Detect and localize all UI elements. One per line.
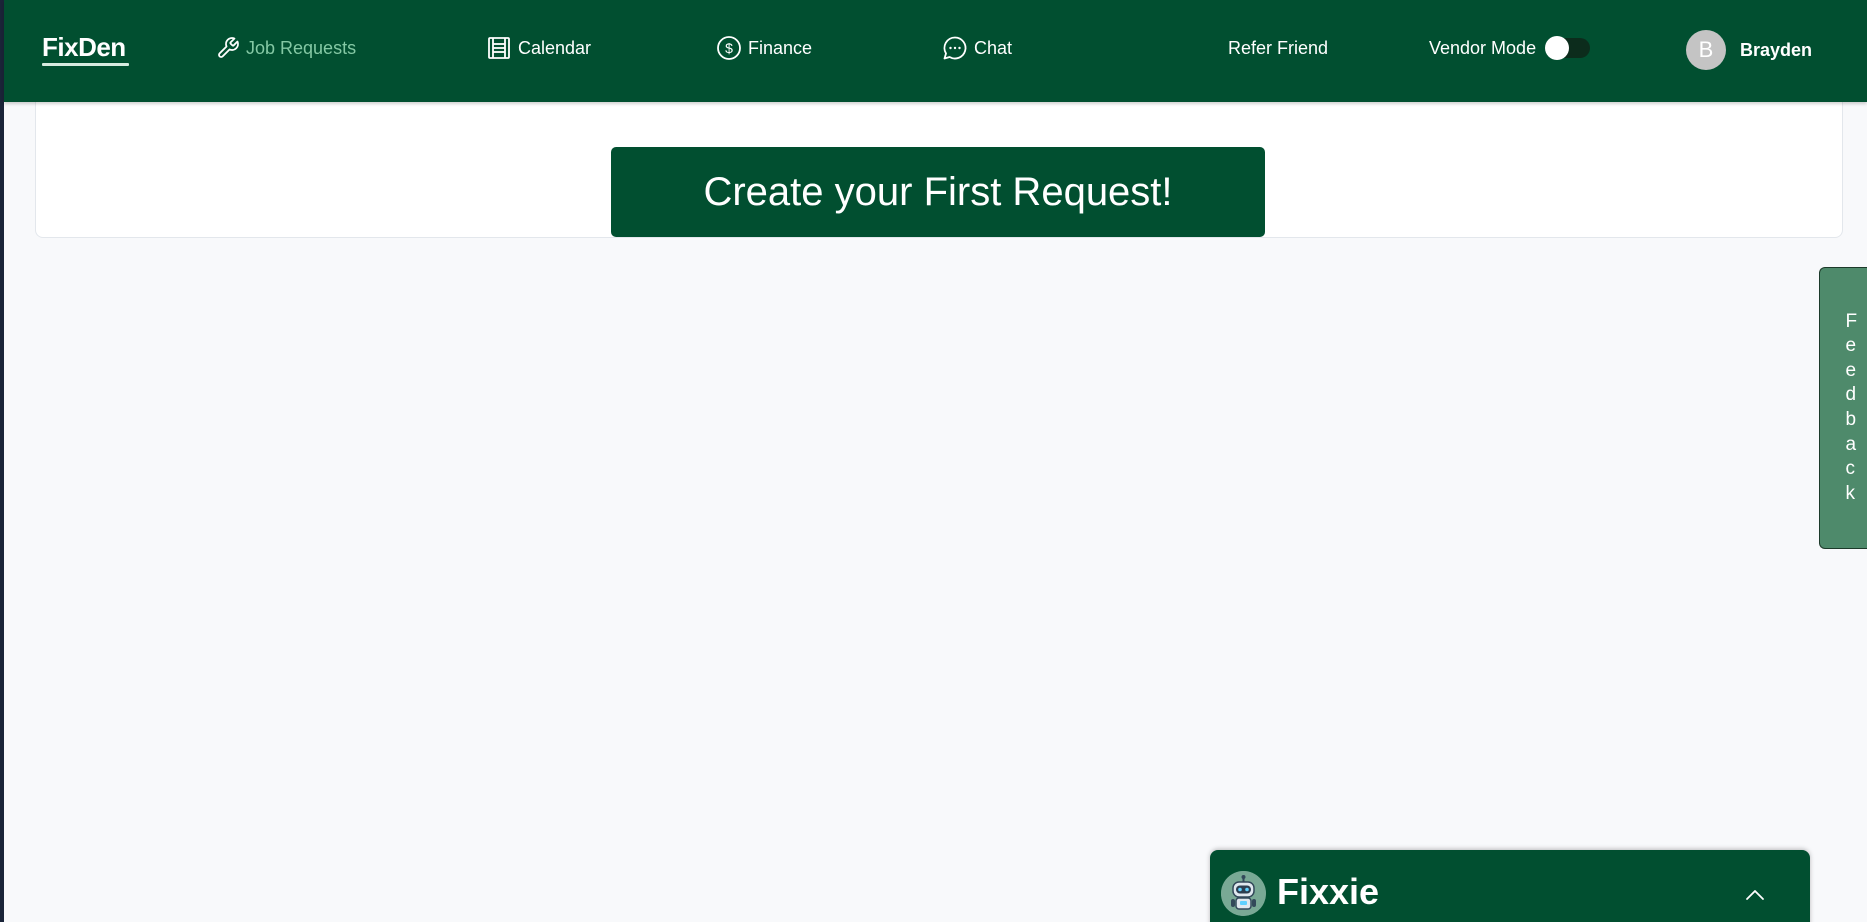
feedback-letter: k [1845,482,1856,504]
calendar-icon [488,37,510,59]
user-name: Brayden [1740,39,1813,60]
chevron-up-icon[interactable] [1740,880,1770,910]
chat-bubble-icon [943,36,967,60]
logo-text: FixDen [42,32,126,62]
nav-job-requests-label: Job Requests [246,37,357,58]
robot-icon [1221,871,1266,916]
fixxie-title: Fixxie [1277,871,1380,912]
feedback-letter: e [1845,359,1857,381]
logo-underline [42,63,129,66]
nav-chat-label: Chat [974,37,1013,58]
dollar-circle-icon: $ [717,36,741,60]
user-menu[interactable]: B Brayden [1686,30,1812,70]
fixden-logo[interactable]: FixDen [42,34,129,66]
feedback-letter: F [1845,310,1858,332]
nav-refer-friend[interactable]: Refer Friend [1228,36,1328,60]
create-first-request-button[interactable]: Create your First Request! [611,147,1265,237]
feedback-tab[interactable]: F e e d b a c k [1819,267,1867,549]
feedback-letter: a [1845,433,1857,455]
feedback-letter: d [1845,384,1857,406]
feedback-letter: b [1845,409,1857,430]
wrench-icon [218,37,239,58]
vendor-mode: Vendor Mode [1429,36,1591,60]
nav-calendar-label: Calendar [518,37,592,58]
nav-finance-label: Finance [748,37,813,58]
nav-chat[interactable]: Chat [942,36,1012,60]
avatar: B [1686,30,1726,70]
fixxie-chat-widget[interactable]: Fixxie [1210,850,1810,922]
nav-calendar[interactable]: Calendar [486,36,591,60]
feedback-letter: c [1845,458,1856,480]
vendor-mode-label: Vendor Mode [1429,37,1537,58]
feedback-letter: e [1845,335,1857,357]
top-navbar: FixDen Job Requests Calendar $ Finance C… [4,0,1867,102]
vendor-mode-toggle-knob [1545,36,1570,60]
window-left-edge [0,0,4,922]
vendor-mode-toggle[interactable] [1545,36,1591,60]
nav-job-requests[interactable]: Job Requests [216,36,356,60]
svg-text:$: $ [725,40,733,56]
nav-finance[interactable]: $ Finance [716,36,812,60]
